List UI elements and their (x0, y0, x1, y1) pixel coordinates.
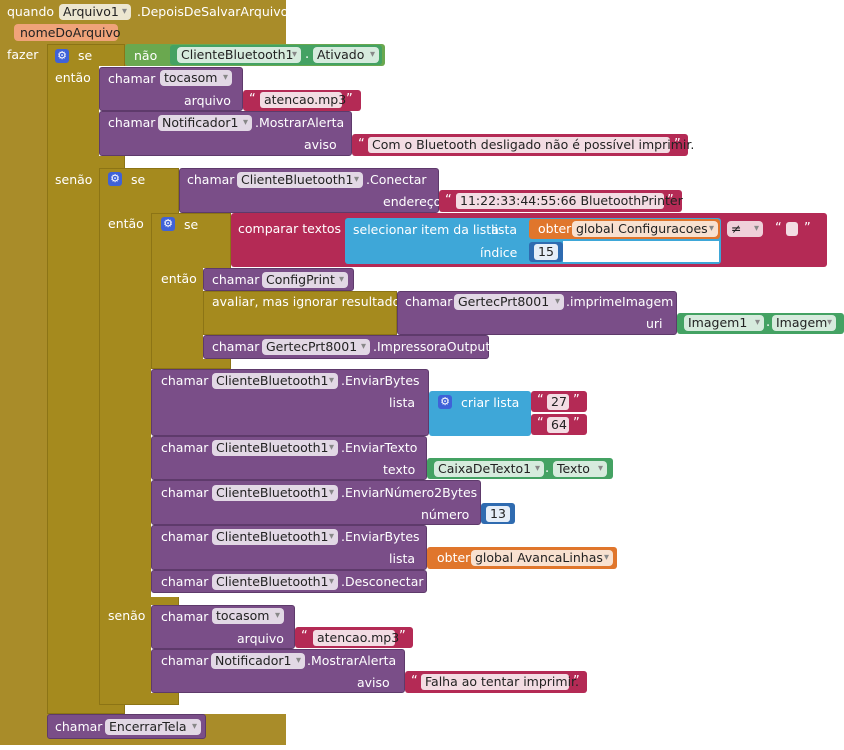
text-value[interactable]: Com o Bluetooth desligado não é possível… (368, 137, 694, 153)
text-value[interactable]: atencao.mp3 (313, 630, 399, 646)
gertec-dropdown-2[interactable]: GertecPrt8001 (262, 339, 370, 355)
if1-entao-label: então (55, 70, 91, 85)
chamar-label: chamar (161, 440, 209, 455)
obter-label: obter (538, 221, 572, 236)
notificador-dropdown-1[interactable]: Notificador1 (158, 115, 252, 131)
indice-label: índice (480, 245, 518, 260)
method-label: .Desconectar (341, 574, 424, 589)
bluetooth-dropdown-numero[interactable]: ClienteBluetooth1 (212, 485, 338, 501)
event-name: .DepoisDeSalvarArquivo (137, 4, 289, 19)
numero-label: número (421, 507, 470, 522)
gear-icon[interactable]: ⚙ (161, 217, 175, 231)
compare-operator-dropdown[interactable]: ≠ (727, 221, 763, 237)
configprint-dropdown[interactable]: ConfigPrint (262, 272, 348, 288)
variable-dropdown[interactable]: global AvancaLinhas (471, 550, 613, 566)
obter-label: obter (437, 550, 471, 565)
texto-prop-dropdown[interactable]: Texto (553, 461, 607, 477)
if2-entao-label: então (108, 216, 144, 231)
if2-se-label: se (131, 172, 146, 187)
bluetooth-component-dropdown[interactable]: ClienteBluetooth1 (177, 47, 301, 63)
variable-dropdown[interactable]: global Configuracoes (572, 221, 718, 237)
lista-label: lista (389, 395, 416, 410)
criar-lista-label: criar lista (461, 395, 520, 410)
lista-label: lista (389, 551, 416, 566)
bluetooth-dropdown-desconectar[interactable]: ClienteBluetooth1 (212, 574, 338, 590)
text-value[interactable]: Falha ao tentar imprimir. (421, 674, 579, 690)
ativado-prop-dropdown[interactable]: Ativado (313, 47, 379, 63)
chamar-label: chamar (161, 529, 209, 544)
chamar-label: chamar (212, 272, 260, 287)
tocasom-dropdown-2[interactable]: tocasom (212, 608, 284, 624)
avaliar-label: avaliar, mas ignorar resultado (212, 294, 401, 309)
method-label: .EnviarNúmero2Bytes (341, 485, 478, 500)
caixadetexto-dropdown[interactable]: CaixaDeTexto1 (434, 461, 544, 477)
chamar-label: chamar (55, 719, 103, 734)
select-label: selecionar item da lista (353, 222, 499, 237)
method-label: .EnviarBytes (341, 529, 420, 544)
number-value[interactable]: 13 (486, 506, 510, 522)
compare-label: comparar textos (238, 221, 342, 236)
texto-label: texto (383, 462, 416, 477)
gear-icon[interactable]: ⚙ (438, 395, 452, 409)
aviso-label-1: aviso (304, 137, 337, 152)
tocasom-dropdown-1[interactable]: tocasom (160, 70, 232, 86)
chamar-label: chamar (187, 172, 235, 187)
bluetooth-dropdown-texto[interactable]: ClienteBluetooth1 (212, 440, 338, 456)
if1-se-label: se (78, 48, 93, 63)
aviso-label-2: aviso (357, 675, 390, 690)
event-fazer: fazer (7, 47, 39, 62)
method-label: .EnviarBytes (341, 373, 420, 388)
gear-icon[interactable]: ⚙ (108, 172, 122, 186)
method-label: .imprimeImagem (566, 294, 674, 309)
if1-senao-label: senão (55, 172, 93, 187)
arquivo-label-2: arquivo (237, 631, 284, 646)
not-label: não (134, 48, 158, 63)
text-value[interactable]: 64 (547, 417, 569, 433)
if2-senao-label: senão (108, 608, 146, 623)
imagem1-dropdown[interactable]: Imagem1 (684, 315, 764, 331)
chamar-label: chamar (108, 71, 156, 86)
notificador-dropdown-2[interactable]: Notificador1 (211, 653, 305, 669)
lista-label: lista (491, 222, 518, 237)
chamar-label: chamar (161, 574, 209, 589)
imagem-prop-dropdown[interactable]: Imagem (772, 315, 836, 331)
method-label: .MostrarAlerta (255, 115, 345, 130)
text-value[interactable]: 11:22:33:44:55:66 BluetoothPrinter (456, 193, 683, 209)
endereco-label: endereço (383, 194, 442, 209)
bluetooth-dropdown-bytes2[interactable]: ClienteBluetooth1 (212, 529, 338, 545)
chamar-label: chamar (161, 653, 209, 668)
number-value[interactable]: 15 (534, 244, 558, 260)
if3-entao-label: então (161, 271, 197, 286)
encerrar-tela-dropdown[interactable]: EncerrarTela (105, 719, 201, 735)
chamar-label: chamar (405, 294, 453, 309)
text-value[interactable]: atencao.mp3 (260, 92, 346, 108)
bluetooth-dropdown-conectar[interactable]: ClienteBluetooth1 (237, 172, 363, 188)
event-component-dropdown[interactable]: Arquivo1 (59, 4, 131, 20)
if3-se-label: se (184, 217, 199, 232)
gertec-dropdown-1[interactable]: GertecPrt8001 (454, 294, 564, 310)
chamar-label: chamar (212, 339, 260, 354)
event-quando: quando (7, 4, 55, 19)
bluetooth-dropdown-bytes1[interactable]: ClienteBluetooth1 (212, 373, 338, 389)
method-label: .Conectar (366, 172, 427, 187)
text-value[interactable]: 27 (547, 394, 569, 410)
method-label: .MostrarAlerta (307, 653, 397, 668)
chamar-label: chamar (108, 115, 156, 130)
gear-icon[interactable]: ⚙ (55, 49, 69, 63)
uri-label: uri (646, 316, 663, 331)
text-value-empty[interactable] (786, 222, 798, 236)
arquivo-label-1: arquivo (184, 93, 231, 108)
method-label: .EnviarTexto (341, 440, 418, 455)
chamar-label: chamar (161, 373, 209, 388)
chamar-label: chamar (161, 485, 209, 500)
method-label: .ImpressoraOutput (373, 339, 491, 354)
chamar-label: chamar (161, 609, 209, 624)
